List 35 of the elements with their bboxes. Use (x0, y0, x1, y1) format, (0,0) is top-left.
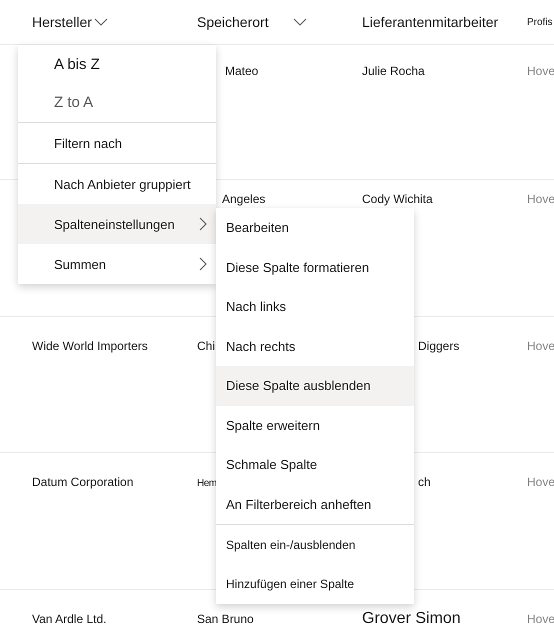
table-cell: Datum Corporation (32, 475, 134, 489)
menu-item[interactable]: Nach links (216, 287, 414, 326)
menu-item[interactable]: Spalte erweitern (216, 406, 414, 445)
chevron-right-icon (198, 217, 208, 231)
menu-item[interactable]: Nach Anbieter gruppiert (18, 164, 216, 204)
menu-item[interactable]: Summen (18, 244, 216, 284)
menu-item[interactable]: Spalten ein-/ausblenden (216, 525, 414, 564)
column-header[interactable]: Hersteller (32, 14, 92, 30)
menu-item[interactable]: Hinzufügen einer Spalte (216, 564, 414, 604)
table-cell: Cody Wichita (362, 192, 433, 206)
chevron-down-icon[interactable] (292, 17, 307, 27)
menu-item[interactable]: An Filterbereich anheften (216, 484, 414, 524)
chevron-down-icon[interactable] (94, 17, 108, 27)
column-header[interactable]: Profis (527, 16, 553, 28)
table-cell: Wide World Importers (32, 339, 148, 353)
chevron-right-icon (198, 257, 208, 271)
table-cell: Van Ardle Ltd. (32, 612, 106, 626)
table-cell: Julie Rocha (362, 64, 425, 78)
menu-item[interactable]: Bearbeiten (216, 208, 414, 248)
menu-item[interactable]: Diese Spalte formatieren (216, 248, 414, 287)
menu-item[interactable]: A bis Z (18, 45, 216, 84)
table-cell: ch (418, 475, 431, 489)
table-cell: Angeles (222, 192, 266, 206)
table-cell: San Bruno (197, 612, 254, 626)
column-header[interactable]: Lieferantenmitarbeiter (362, 14, 498, 30)
menu-item[interactable]: Nach rechts (216, 326, 414, 366)
menu-item[interactable]: Diese Spalte ausblenden (216, 366, 414, 406)
table-cell: Diggers (418, 339, 460, 353)
menu-item[interactable]: Spalteneinstellungen (18, 204, 216, 244)
menu-item[interactable]: Schmale Spalte (216, 445, 414, 484)
menu-item[interactable]: Filtern nach (18, 123, 216, 163)
table-cell: Mateo (225, 64, 258, 78)
column-header[interactable]: Speicherort (197, 14, 269, 30)
table-cell: Grover Simon (362, 610, 461, 627)
table-cell: Chi (197, 339, 216, 353)
